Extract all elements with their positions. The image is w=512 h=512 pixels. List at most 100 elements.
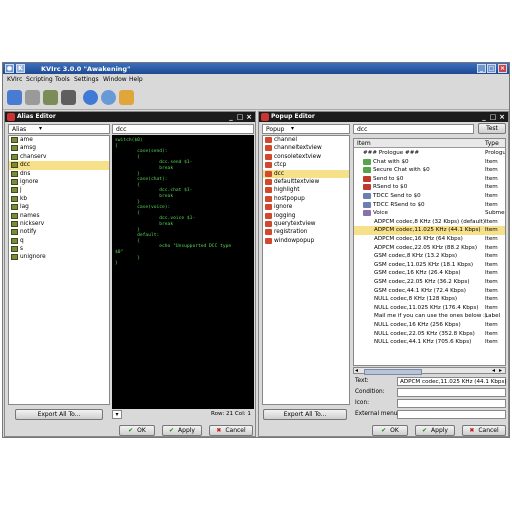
list-item[interactable]: lag — [9, 203, 109, 211]
list-item[interactable]: channeltextview — [263, 144, 349, 152]
close-icon[interactable]: × — [498, 64, 507, 73]
popup-cancel-button[interactable]: ✖ Cancel — [462, 425, 506, 436]
tree-row[interactable]: TDCC Send to $0 Item — [354, 192, 505, 201]
tree-row[interactable]: NULL codec,8 KHz (128 Kbps) Item — [354, 295, 505, 304]
list-item[interactable]: windowpopup — [263, 237, 349, 245]
popup-maximize-icon[interactable]: □ — [489, 113, 497, 121]
list-item[interactable]: dns — [9, 170, 109, 178]
alias-maximize-icon[interactable]: □ — [236, 113, 244, 121]
menu-help[interactable]: Help — [129, 76, 143, 83]
tree-row[interactable]: GSM codec,11.025 KHz (18.1 Kbps) Item — [354, 261, 505, 270]
list-item[interactable]: amsg — [9, 144, 109, 152]
alias-apply-button[interactable]: ✔ Apply — [162, 425, 202, 436]
list-item[interactable]: highlight — [263, 186, 349, 194]
list-item[interactable]: registration — [263, 228, 349, 236]
list-item[interactable]: notify — [9, 228, 109, 236]
minimize-icon[interactable]: _ — [477, 64, 486, 73]
tree-row[interactable]: NULL codec,44.1 KHz (705.6 Kbps) Item — [354, 338, 505, 347]
popup-close-icon[interactable]: × — [498, 113, 506, 121]
col-type-header[interactable]: Type — [485, 140, 499, 147]
condition-field[interactable] — [397, 388, 506, 397]
list-item[interactable]: q — [9, 237, 109, 245]
alias-export-button[interactable]: Export All To... — [15, 409, 103, 420]
scroll-right-icon[interactable]: ▸ — [499, 367, 502, 374]
options-icon[interactable] — [101, 90, 116, 105]
popup-export-button[interactable]: Export All To... — [263, 409, 347, 420]
list-item[interactable]: channel — [263, 136, 349, 144]
tree-row[interactable]: ADPCM codec,8 KHz (32 Kbps) (default) Ite… — [354, 218, 505, 227]
title-bar[interactable]: ● K KVIrc 3.0.0 "Awakening" _ □ × — [3, 63, 509, 74]
connect-icon[interactable] — [83, 90, 98, 105]
tree-row[interactable]: NULL codec,22.05 KHz (352.8 Kbps) Item — [354, 330, 505, 339]
list-item[interactable]: ctcp — [263, 161, 349, 169]
popup-minimize-icon[interactable]: _ — [480, 113, 488, 121]
list-item[interactable]: hostpopup — [263, 195, 349, 203]
list-item[interactable]: ignore — [9, 178, 109, 186]
alias-minimize-icon[interactable]: _ — [227, 113, 235, 121]
tree-row[interactable]: ### Prologue ### Prologue — [354, 149, 505, 158]
popup-combo[interactable]: Popup ▾ — [262, 124, 350, 134]
window-icon[interactable] — [61, 90, 76, 105]
channel-icon[interactable] — [43, 90, 58, 105]
alias-ok-button[interactable]: ✔ OK — [119, 425, 155, 436]
users-icon[interactable] — [25, 90, 40, 105]
menu-window[interactable]: Window — [103, 76, 127, 83]
popup-ok-button[interactable]: ✔ OK — [372, 425, 408, 436]
list-item[interactable]: ignore — [263, 203, 349, 211]
alias-close-icon[interactable]: × — [245, 113, 253, 121]
list-item[interactable]: consoletextview — [263, 153, 349, 161]
tree-row[interactable]: GSM codec,8 KHz (13.2 Kbps) Item — [354, 252, 505, 261]
tree-row[interactable]: GSM codec,44.1 KHz (72.4 Kbps) Item — [354, 287, 505, 296]
alias-code-editor[interactable]: switch($0){ case(send): { dcc.send $1- b… — [112, 135, 254, 409]
menu-tools[interactable]: Tools — [55, 76, 70, 83]
tree-row[interactable]: GSM codec,22.05 KHz (36.2 Kbps) Item — [354, 278, 505, 287]
list-item[interactable]: nickserv — [9, 220, 109, 228]
tree-row[interactable]: NULL codec,16 KHz (256 Kbps) Item — [354, 321, 505, 330]
tree-row[interactable]: GSM codec,16 KHz (26.4 Kbps) Item — [354, 269, 505, 278]
scroll-left-icon[interactable]: ◂ — [492, 367, 495, 374]
list-item[interactable]: s — [9, 245, 109, 253]
popup-test-button[interactable]: Test — [478, 123, 506, 134]
tree-row[interactable]: Chat with $0 Item — [354, 158, 505, 167]
maximize-icon[interactable]: □ — [487, 64, 496, 73]
list-item[interactable]: dcc — [9, 161, 109, 170]
list-item[interactable]: defaulttextview — [263, 178, 349, 186]
scroll-thumb[interactable] — [364, 369, 422, 375]
tree-row[interactable]: ADPCM codec,16 KHz (64 Kbps) Item — [354, 235, 505, 244]
tree-hscrollbar[interactable]: ◂ ◂ ▸ — [353, 367, 506, 375]
alias-cancel-button[interactable]: ✖ Cancel — [209, 425, 253, 436]
code-menu-chevron-icon[interactable]: ▾ — [112, 410, 122, 419]
tree-row[interactable]: NULL codec,11.025 KHz (176.4 Kbps) Item — [354, 304, 505, 313]
tool-icon[interactable] — [119, 90, 134, 105]
list-item[interactable]: j — [9, 186, 109, 194]
menu-scripting[interactable]: Scripting — [26, 76, 53, 83]
col-item-header[interactable]: Item — [357, 140, 371, 147]
icon-field[interactable] — [397, 399, 506, 408]
tree-row[interactable]: Secure Chat with $0 Item — [354, 166, 505, 175]
popup-name-field[interactable]: dcc — [353, 124, 474, 134]
tree-row[interactable]: ADPCM codec,11.025 KHz (44.1 Kbps) Item — [354, 226, 505, 235]
menu-settings[interactable]: Settings — [74, 76, 99, 83]
list-item[interactable]: unignore — [9, 253, 109, 261]
window-menu-icon[interactable]: ● — [5, 64, 14, 73]
external-menu-field[interactable] — [397, 410, 506, 419]
list-item[interactable]: ame — [9, 136, 109, 144]
irc-context-icon[interactable] — [7, 90, 22, 105]
list-item[interactable]: logging — [263, 212, 349, 220]
alias-name-field[interactable]: dcc — [112, 124, 254, 134]
list-item[interactable]: kb — [9, 195, 109, 203]
tree-row[interactable]: Voice Submen — [354, 209, 505, 218]
list-item[interactable]: querytextview — [263, 220, 349, 228]
scroll-left-icon[interactable]: ◂ — [355, 367, 358, 374]
tree-row[interactable]: Send to $0 Item — [354, 175, 505, 184]
menu-kvirc[interactable]: KVIrc — [7, 76, 22, 83]
list-item[interactable]: chanserv — [9, 153, 109, 161]
list-item[interactable]: names — [9, 212, 109, 220]
text-field[interactable]: ADPCM codec,11.025 KHz (44.1 Kbps) — [397, 377, 507, 386]
list-item[interactable]: dcc — [263, 169, 349, 178]
tree-row[interactable]: ADPCM codec,22.05 KHz (88.2 Kbps) Item — [354, 244, 505, 253]
popup-apply-button[interactable]: ✔ Apply — [415, 425, 455, 436]
alias-combo[interactable]: Alias ▾ — [8, 124, 110, 134]
tree-row[interactable]: RSend to $0 Item — [354, 183, 505, 192]
tree-row[interactable]: Mail me if you can use the ones below :)… — [354, 312, 505, 321]
